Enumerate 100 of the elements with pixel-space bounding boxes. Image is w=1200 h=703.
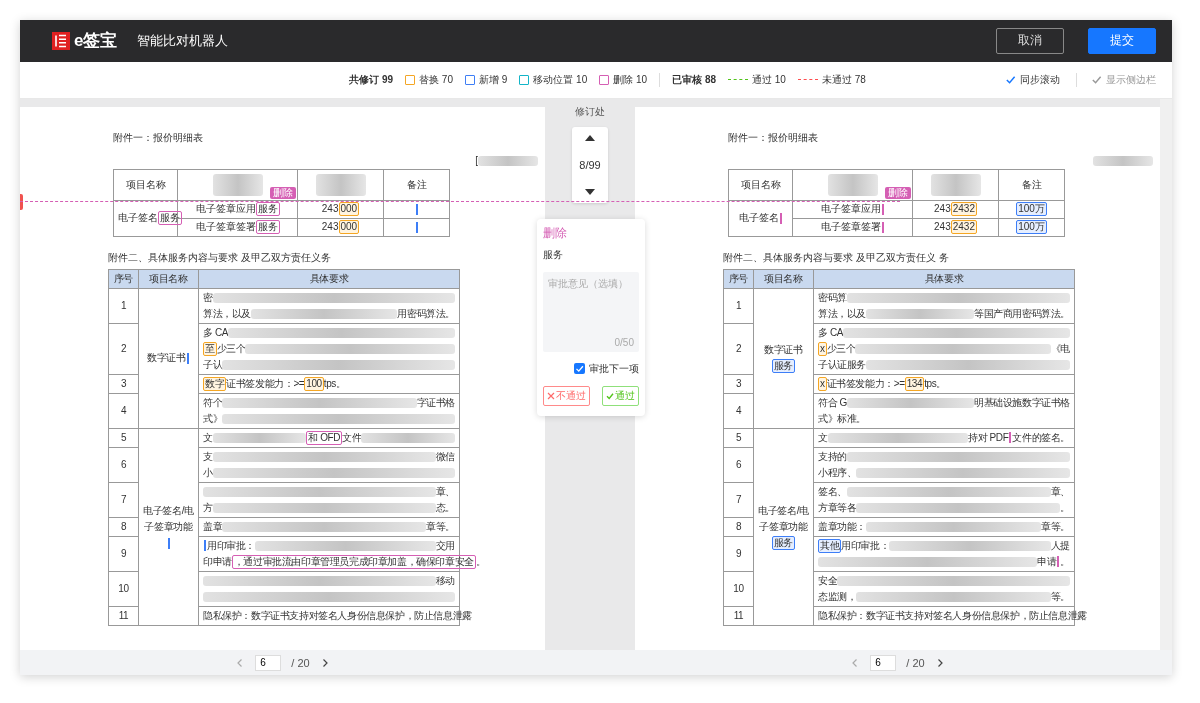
cell-text: 支持的 [818, 449, 847, 464]
cancel-button[interactable]: 取消 [996, 27, 1064, 54]
cell-text: 多 CA [818, 325, 844, 340]
revision-position: 8/99 [579, 158, 601, 171]
down-arrow-icon[interactable] [585, 188, 595, 195]
cell-text: 式》标准。 [818, 411, 866, 426]
cell-text: 243 [934, 221, 951, 233]
cell-text: 密 [203, 290, 213, 305]
replaced-text: 2432 [950, 202, 977, 217]
app-title: 智能比对机器人 [137, 31, 229, 50]
redacted-block [315, 173, 366, 196]
deletion-caret [779, 213, 782, 225]
cell-text: 文件的签名。 [1012, 430, 1070, 445]
row-number: 8 [723, 517, 754, 537]
change-marker [20, 193, 23, 210]
cell-text: 小程序、 [818, 465, 857, 480]
stat-label: 新增 9 [478, 72, 508, 87]
cell-text: 等。 [1050, 589, 1070, 604]
row-number: 3 [723, 374, 754, 394]
cell-text: 电子签章应用 [195, 203, 256, 215]
comment-input[interactable]: 审批意见（选填） [548, 276, 634, 317]
row-number: 11 [723, 606, 754, 626]
cell-text: 支 [203, 449, 213, 464]
cell-text: 人提 [1050, 538, 1070, 553]
reject-button[interactable]: 不通过 [543, 385, 590, 406]
section-heading: 附件二、具体服务内容与要求 及甲乙双方责任义务 [108, 250, 332, 265]
cell-text: 交用 [435, 538, 455, 553]
cell-text: 文 [818, 430, 828, 445]
cell-text: 项目名称 [125, 178, 166, 190]
column-header: 项目名称 [138, 269, 199, 289]
cell-text: 方章等各 [818, 500, 857, 515]
page-input[interactable]: 6 [870, 654, 897, 671]
cell-text: 式》 [203, 411, 223, 426]
cell-text: 用密码算法。 [397, 306, 455, 321]
row-number: 4 [108, 393, 139, 429]
row-number: 1 [108, 288, 139, 324]
cell-text: 用印审批： [207, 538, 255, 553]
added-text: 100万 [1016, 220, 1047, 235]
deleted-text: 服务 [255, 202, 280, 217]
row-number: 5 [108, 428, 139, 448]
change-tag: 删除 [885, 186, 911, 199]
cell-text: 数字证书 [764, 344, 803, 356]
stat-label: 删除 10 [613, 72, 648, 87]
cell-text: 《电 [1050, 341, 1070, 356]
cell-text: 少三个 [826, 341, 856, 356]
submit-button[interactable]: 提交 [1088, 27, 1156, 54]
insertion-caret [415, 204, 418, 216]
cell-text: 。 [1060, 554, 1070, 569]
cell-text: 章等。 [426, 519, 455, 534]
cell-text: 态。 [435, 500, 455, 515]
cell-text: 盖章 [203, 519, 223, 534]
redacted-block [212, 173, 263, 196]
logo-icon [52, 31, 70, 50]
cell-text: 算法，以及 [203, 306, 251, 321]
cell-text: 微信 [435, 449, 455, 464]
deleted-text: ，通过审批流由印章管理员完成印章加盖，确保印章安全 [231, 554, 476, 569]
change-type: 删除 [543, 224, 568, 242]
row-number: 6 [108, 447, 139, 483]
replaced-text: 134 [904, 376, 925, 391]
row-number: 2 [108, 323, 139, 375]
section-heading: 附件二、具体服务内容与要求 及甲乙双方责任义 务 [723, 250, 950, 265]
replaced-text: 000 [338, 220, 360, 235]
cell-text: 备注 [1021, 178, 1042, 190]
page-input[interactable]: 6 [255, 654, 282, 671]
cross-icon [547, 391, 555, 400]
cell-text: 盖章功能： [818, 519, 866, 534]
comment-field[interactable]: 审批意见（选填） 0/50 [543, 271, 639, 352]
section-heading: 附件一：报价明细表 [728, 130, 819, 145]
toggle-label[interactable]: 同步滚动 [1020, 72, 1060, 87]
row-number: 8 [108, 517, 139, 537]
cell-text: 电子签章签署 [195, 221, 256, 233]
cell-text: 文件 [342, 430, 362, 445]
check-icon [606, 391, 614, 400]
cell-text: tps。 [323, 376, 346, 391]
toggle-label[interactable]: 显示侧边栏 [1106, 72, 1156, 87]
character-counter: 0/50 [614, 336, 634, 348]
redacted-block [1093, 155, 1153, 166]
cell-text: 。 [475, 554, 486, 569]
cell-text: 电子签名 [738, 212, 779, 224]
checkbox-label: 审批下一项 [589, 361, 639, 376]
cell-text: 持对 PDF [968, 430, 1009, 445]
row-number: 7 [108, 482, 139, 518]
change-content: 服务 [543, 247, 564, 262]
page-total: / 20 [906, 656, 925, 669]
column-header: 项目名称 [753, 269, 814, 289]
up-arrow-icon[interactable] [585, 134, 595, 141]
cell-text: 电子签章签署 [820, 221, 881, 233]
approve-button[interactable]: 通过 [602, 385, 639, 406]
row-number: 10 [723, 571, 754, 607]
cell-text: 多 CA [203, 325, 229, 340]
deletion-caret [881, 222, 884, 234]
row-number: 4 [723, 393, 754, 429]
checkbox[interactable] [574, 363, 585, 375]
cell-text: 电子签名 [118, 212, 158, 224]
cell-text: 备注 [406, 178, 427, 190]
replaced-text: 000 [338, 202, 360, 217]
cell-text: 子认证服务 [818, 357, 866, 372]
replaced-text: x [818, 376, 827, 391]
row-number: 7 [723, 482, 754, 518]
added-text: 其他 [818, 538, 842, 553]
